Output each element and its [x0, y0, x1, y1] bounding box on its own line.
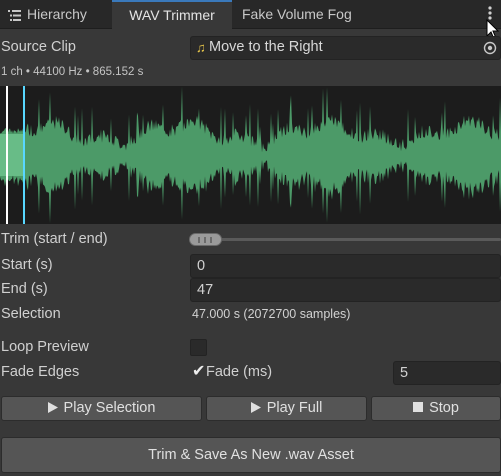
loop-preview-checkbox[interactable]: [190, 339, 207, 356]
trim-save-button[interactable]: Trim & Save As New .wav Asset: [1, 437, 501, 473]
source-clip-label: Source Clip: [1, 39, 76, 55]
end-label: End (s): [1, 281, 48, 297]
stop-button[interactable]: Stop: [371, 396, 501, 421]
tab-label: Fake Volume Fog: [242, 6, 352, 22]
tab-label: WAV Trimmer: [129, 7, 215, 23]
start-input[interactable]: 0: [190, 254, 501, 278]
fade-ms-label: Fade (ms): [206, 364, 273, 380]
stop-label: Stop: [429, 400, 459, 416]
fade-edges-label: Fade Edges: [1, 364, 80, 380]
play-icon: [47, 401, 58, 413]
loop-preview-label: Loop Preview: [1, 339, 89, 355]
play-full-button[interactable]: Play Full: [206, 396, 367, 421]
tab-wav-trimmer[interactable]: WAV Trimmer: [112, 0, 232, 30]
object-picker-icon[interactable]: [483, 41, 497, 55]
trim-end-marker[interactable]: [23, 86, 25, 224]
play-selection-label: Play Selection: [63, 400, 156, 416]
source-clip-value: Move to the Right: [209, 39, 323, 55]
clip-info: 1 ch • 44100 Hz • 865.152 s: [1, 66, 144, 78]
tab-fake-volume-fog[interactable]: Fake Volume Fog: [232, 0, 382, 29]
play-icon: [250, 401, 261, 413]
waveform-display[interactable]: [0, 86, 501, 224]
end-input[interactable]: 47: [190, 278, 501, 302]
audio-clip-icon: ♫: [196, 40, 206, 55]
tab-hierarchy[interactable]: Hierarchy: [0, 0, 112, 29]
tab-bar: Hierarchy WAV Trimmer Fake Volume Fog: [0, 0, 501, 30]
fade-ms-input[interactable]: 5: [393, 361, 501, 385]
selection-highlight: [0, 134, 24, 176]
play-selection-button[interactable]: Play Selection: [1, 396, 202, 421]
selection-label: Selection: [1, 306, 61, 322]
hierarchy-list-icon: [8, 9, 21, 21]
play-full-label: Play Full: [266, 400, 323, 416]
trim-slider-thumb[interactable]: [189, 233, 222, 246]
checkmark-icon: ✔: [192, 363, 206, 380]
trim-start-marker[interactable]: [6, 86, 8, 224]
selection-value: 47.000 s (2072700 samples): [192, 307, 351, 321]
source-clip-field[interactable]: ♫ Move to the Right: [190, 36, 501, 60]
trim-slider-track[interactable]: [192, 238, 501, 241]
fade-edges-checkbox[interactable]: ✔: [190, 363, 207, 380]
waveform-shape: [0, 86, 501, 224]
stop-icon: [413, 402, 424, 413]
tab-label: Hierarchy: [27, 6, 87, 22]
trim-label: Trim (start / end): [1, 231, 108, 247]
start-label: Start (s): [1, 257, 53, 273]
